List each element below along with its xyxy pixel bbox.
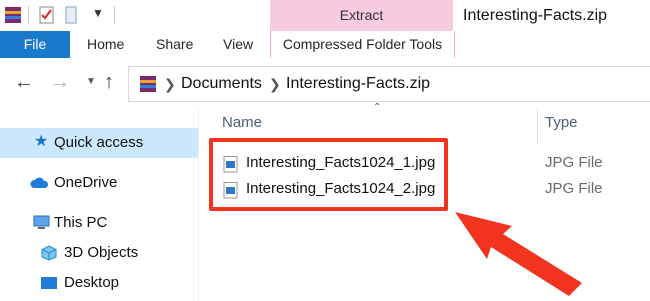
- recent-locations-chevron-icon[interactable]: ▼: [86, 76, 96, 87]
- tab-view[interactable]: View: [223, 31, 253, 58]
- customize-qat-dropdown-icon[interactable]: ▼: [92, 6, 104, 20]
- navigation-pane: ★ Quick access OneDrive This PC 3D Objec…: [0, 108, 198, 301]
- nav-item-desktop[interactable]: Desktop: [0, 268, 198, 298]
- nav-item-label: 3D Objects: [64, 244, 139, 261]
- back-arrow-icon[interactable]: ←: [14, 71, 34, 94]
- zip-archive-icon: [140, 76, 156, 92]
- file-type: JPG File: [545, 180, 603, 197]
- forward-arrow-icon[interactable]: →: [50, 71, 70, 94]
- desktop-icon: [41, 277, 57, 289]
- tab-compressed-folder-tools[interactable]: Compressed Folder Tools: [270, 31, 455, 58]
- window-title: Interesting-Facts.zip: [463, 7, 608, 24]
- breadcrumb-current[interactable]: Interesting-Facts.zip: [286, 67, 430, 101]
- navigation-bar: ← → ▼ ↑ ❯ Documents ❯ Interesting-Facts.…: [0, 58, 650, 108]
- winrar-icon: [5, 7, 21, 23]
- nav-item-3d-objects[interactable]: 3D Objects: [0, 238, 198, 268]
- extract-context-header: Extract: [270, 0, 453, 31]
- star-icon: ★: [34, 133, 49, 150]
- nav-item-label: Desktop: [64, 274, 120, 291]
- new-folder-icon[interactable]: [64, 6, 80, 24]
- column-header-type[interactable]: Type: [545, 114, 578, 131]
- up-arrow-icon[interactable]: ↑: [104, 71, 114, 94]
- nav-item-label: This PC: [54, 214, 108, 231]
- annotation-highlight-box: [209, 138, 448, 211]
- title-bar: ▼ Extract Interesting-Facts.zip: [0, 0, 650, 31]
- nav-item-label: OneDrive: [54, 174, 118, 191]
- nav-item-this-pc[interactable]: This PC: [0, 208, 198, 238]
- cloud-icon: [30, 177, 49, 188]
- breadcrumb-documents[interactable]: Documents: [181, 67, 262, 101]
- qat-divider-2: [114, 6, 115, 24]
- cube-icon: [41, 245, 57, 261]
- properties-icon[interactable]: [38, 6, 56, 24]
- tab-share[interactable]: Share: [156, 31, 193, 58]
- column-divider[interactable]: [537, 108, 538, 144]
- sort-ascending-icon: ⌃: [373, 102, 382, 113]
- nav-item-label: Quick access: [54, 134, 144, 151]
- breadcrumb-chevron-icon[interactable]: ❯: [269, 67, 281, 101]
- ribbon-tabs: File Home Share View Compressed Folder T…: [0, 31, 650, 59]
- computer-icon: [33, 215, 50, 229]
- breadcrumb-chevron-icon[interactable]: ❯: [164, 67, 176, 101]
- qat-divider: [28, 6, 29, 24]
- nav-item-quick-access[interactable]: ★ Quick access: [0, 128, 198, 158]
- tab-home[interactable]: Home: [87, 31, 124, 58]
- nav-item-onedrive[interactable]: OneDrive: [0, 168, 198, 198]
- tab-file[interactable]: File: [0, 31, 70, 58]
- file-type: JPG File: [545, 154, 603, 171]
- address-box[interactable]: ❯ Documents ❯ Interesting-Facts.zip: [128, 66, 650, 102]
- column-header-name[interactable]: Name: [222, 114, 262, 131]
